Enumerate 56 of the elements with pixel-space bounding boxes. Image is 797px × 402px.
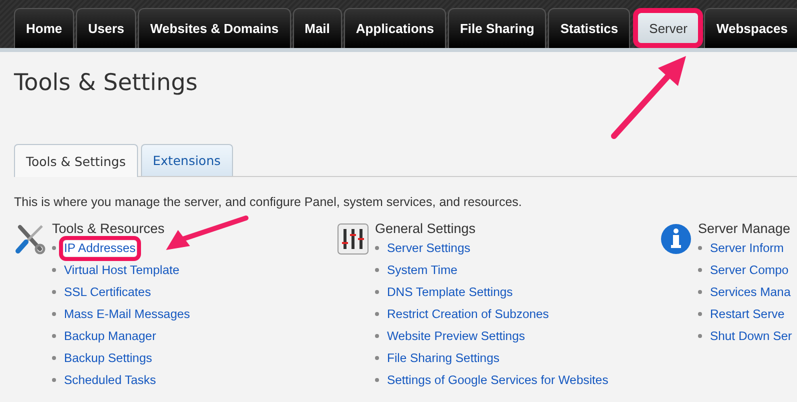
bullet-icon	[375, 268, 379, 272]
section-heading: Tools & Resources	[52, 221, 166, 237]
settings-link[interactable]: Server Inform	[710, 240, 784, 256]
bullet-icon	[375, 290, 379, 294]
bullet-icon	[52, 378, 56, 382]
page-title: Tools & Settings	[14, 70, 199, 96]
tab[interactable]: Extensions	[140, 144, 233, 176]
bullet-icon	[52, 246, 56, 250]
nav-tab[interactable]: Websites & Domains	[138, 8, 291, 48]
sliders-icon	[337, 223, 369, 255]
settings-link[interactable]: Backup Settings	[64, 350, 152, 366]
nav-tab[interactable]: File Sharing	[448, 8, 546, 48]
bullet-icon	[375, 312, 379, 316]
settings-link[interactable]: System Time	[387, 262, 458, 278]
bullet-icon	[52, 356, 56, 360]
bullet-icon	[375, 356, 379, 360]
bullet-icon	[375, 246, 379, 250]
settings-link[interactable]: SSL Certificates	[64, 284, 151, 300]
bullet-icon	[698, 312, 702, 316]
bullet-icon	[698, 290, 702, 294]
settings-link[interactable]: Backup Manager	[64, 328, 156, 344]
bullet-icon	[52, 268, 56, 272]
bullet-icon	[698, 334, 702, 338]
bullet-icon	[375, 334, 379, 338]
settings-link[interactable]: DNS Template Settings	[387, 284, 513, 300]
settings-link[interactable]: Server Compo	[710, 262, 789, 278]
nav-tab[interactable]: Mail	[292, 8, 342, 48]
settings-link[interactable]: File Sharing Settings	[387, 350, 500, 366]
nav-tab[interactable]: Home	[14, 8, 74, 48]
settings-link[interactable]: Settings of Google Services for Websites	[387, 372, 608, 388]
bullet-icon	[698, 246, 702, 250]
bullet-icon	[52, 312, 56, 316]
settings-link[interactable]: Mass E-Mail Messages	[64, 306, 190, 322]
tab[interactable]: Tools & Settings	[14, 144, 138, 177]
nav-tab[interactable]: Webspaces	[704, 8, 797, 48]
description-text: This is where you manage the server, and configure Panel, system services, and resources.	[14, 195, 523, 209]
settings-link[interactable]: Services Mana	[710, 284, 791, 300]
nav-tab[interactable]: Statistics	[548, 8, 630, 48]
bullet-icon	[375, 378, 379, 382]
bullet-icon	[52, 334, 56, 338]
settings-link[interactable]: Virtual Host Template	[64, 262, 180, 278]
settings-link[interactable]: Restart Serve	[710, 306, 785, 322]
info-icon	[660, 223, 692, 255]
settings-link[interactable]: Server Settings	[387, 240, 470, 256]
nav-tab[interactable]: Applications	[344, 8, 446, 48]
bullet-icon	[698, 268, 702, 272]
bullet-icon	[52, 290, 56, 294]
settings-link[interactable]: IP Addresses	[64, 240, 136, 256]
settings-link[interactable]: Scheduled Tasks	[64, 372, 156, 388]
settings-link[interactable]: Website Preview Settings	[387, 328, 525, 344]
nav-tab[interactable]: Users	[76, 8, 136, 48]
section-heading: General Settings	[375, 221, 477, 237]
wrench-screwdriver-icon	[14, 223, 46, 255]
settings-link[interactable]: Restrict Creation of Subzones	[387, 306, 549, 322]
settings-link[interactable]: Shut Down Ser	[710, 328, 792, 344]
section-heading: Server Manage	[698, 221, 792, 237]
